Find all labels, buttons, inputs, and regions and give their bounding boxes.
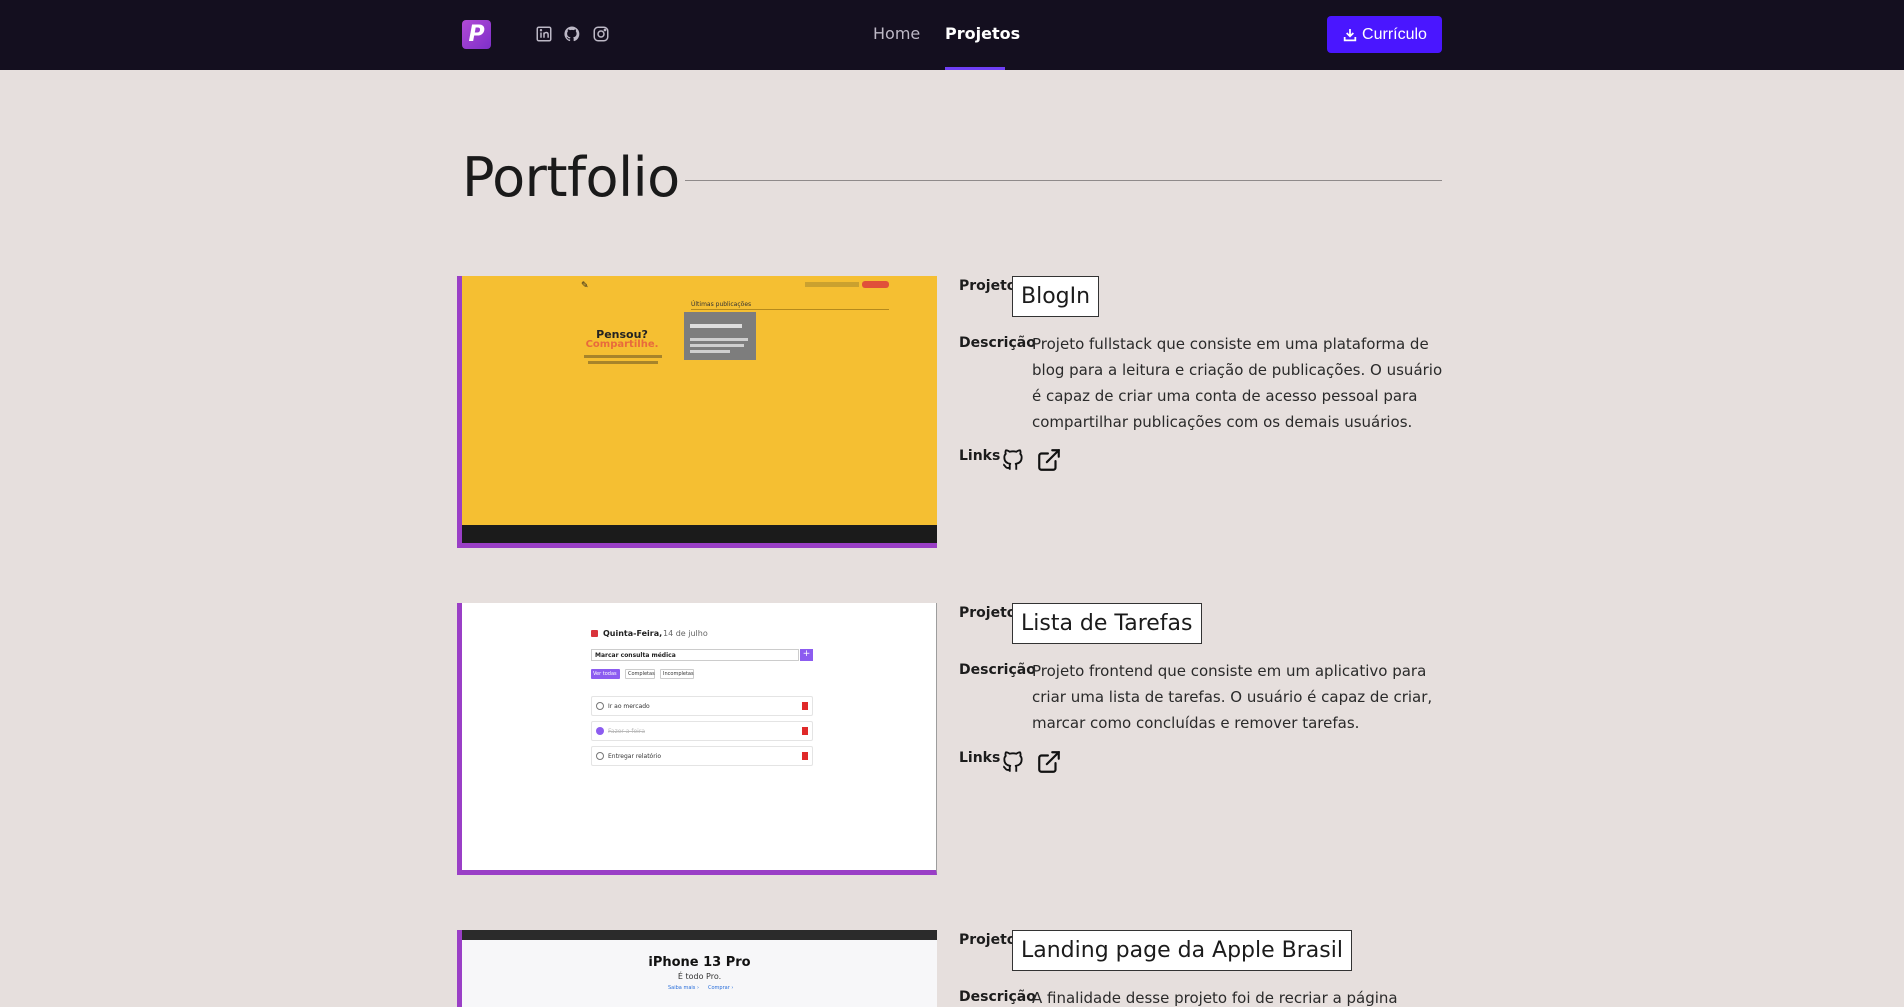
project-description: Projeto frontend que consiste em um apli… [1032,662,1433,732]
apple-learn-more: Saiba mais › [668,985,699,991]
nav-link-projetos[interactable]: Projetos [945,24,1020,43]
navbar: P Home Projetos Currículo [0,0,1904,70]
blogin-footer [462,525,937,543]
trash-icon [802,727,808,735]
external-link-icon[interactable] [1035,446,1063,474]
links-label: Links [959,448,1001,464]
apple-subhead: É todo Pro. [677,972,722,981]
blogin-screenshot: ✎ Últimas publicações Pensou? Compartilh… [462,276,937,543]
blogin-nav-links [805,282,859,287]
description-label: Descrição [959,989,1036,1005]
todo-date-day: Quinta-Feira, [603,629,663,638]
project-description: Projeto fullstack que consiste em uma pl… [1032,335,1443,431]
github-icon[interactable] [999,748,1027,776]
curriculo-download-button[interactable]: Currículo [1327,16,1442,53]
apple-buy: Comprar › [708,985,734,991]
filter-incomplete: Incompletas [660,669,694,679]
download-icon [1343,28,1357,41]
blogin-post-card [684,312,756,360]
nav-link-home[interactable]: Home [873,24,920,43]
task-item: Ir ao mercado [591,696,813,716]
filter-all: Ver todas [591,669,620,679]
description-label: Descrição [959,335,1036,351]
github-icon[interactable] [999,446,1027,474]
description-label: Descrição [959,662,1036,678]
apple-landing-screenshot: iPhone 13 Pro É todo Pro. Saiba mais › C… [462,930,937,1007]
calendar-icon [591,630,598,637]
todo-date-rest: 14 de julho [663,629,708,638]
external-link-icon[interactable] [1035,748,1063,776]
project-name: Landing page da Apple Brasil [1012,930,1352,971]
project-name: Lista de Tarefas [1012,603,1202,644]
todo-add-button: + [800,649,813,661]
linkedin-icon[interactable] [534,24,554,44]
trash-icon [802,702,808,710]
blogin-section-rule [691,309,889,310]
project-name: BlogIn [1012,276,1100,317]
blogin-subtext [584,355,662,358]
lista-de-tarefas-screenshot: Quinta-Feira, 14 de julho Marcar consult… [462,603,936,870]
project-label: Projeto [959,932,1017,948]
project-description: A finalidade desse projeto foi de recria… [1032,989,1398,1007]
github-icon[interactable] [562,24,582,44]
logo[interactable]: P [462,20,491,49]
curriculo-label: Currículo [1362,25,1427,43]
task-item: Entregar relatório [591,746,813,766]
links-label: Links [959,750,1001,766]
page-title: Portfolio [462,146,680,209]
pencil-icon: ✎ [581,281,589,291]
blogin-headline-2: Compartilhe. [585,339,659,350]
project-preview-apple-landing[interactable]: iPhone 13 Pro É todo Pro. Saiba mais › C… [457,930,937,1007]
project-preview-blogin[interactable]: ✎ Últimas publicações Pensou? Compartilh… [457,276,937,548]
project-label: Projeto [959,605,1017,621]
blogin-section-title: Últimas publicações [691,301,752,308]
project-preview-lista-de-tarefas[interactable]: Quinta-Feira, 14 de julho Marcar consult… [457,603,937,875]
todo-input: Marcar consulta médica [591,649,799,661]
filter-complete: Completas [625,669,655,679]
title-divider [685,180,1442,181]
trash-icon [802,752,808,760]
task-item: Fazer a feira [591,721,813,741]
apple-nav-bar [462,930,937,940]
instagram-icon[interactable] [591,24,611,44]
project-label: Projeto [959,278,1017,294]
blogin-register-button [862,281,889,288]
apple-headline: iPhone 13 Pro [648,955,751,970]
active-nav-indicator [945,67,1005,70]
